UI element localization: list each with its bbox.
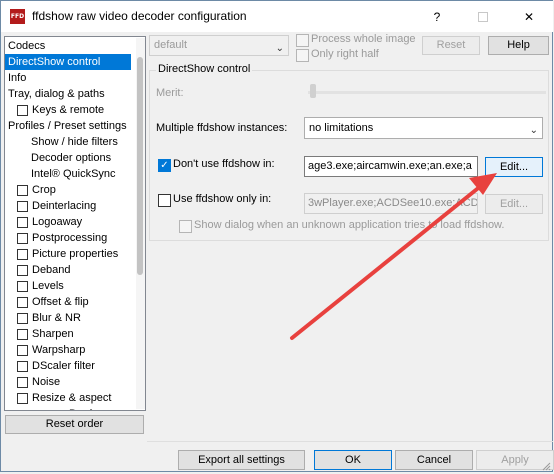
annotation-arrow: [290, 173, 497, 340]
app-window: FFD ffdshow raw video decoder configurat…: [0, 0, 554, 472]
arrow-shaft: [290, 179, 489, 340]
